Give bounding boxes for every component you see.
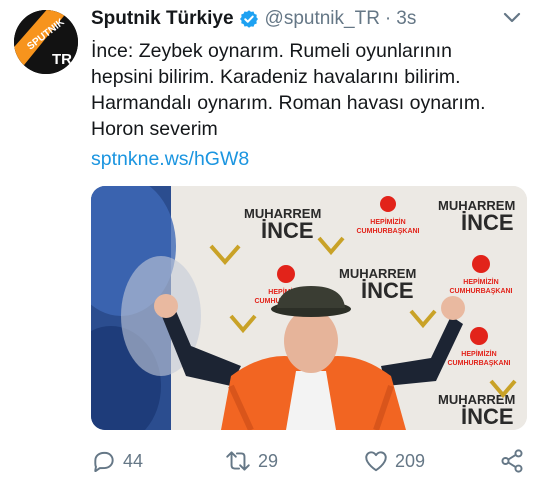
author-name[interactable]: Sputnik Türkiye	[91, 8, 234, 30]
tweet-card[interactable]: SPUTNIK TR Sputnik Türkiye @sputnik_TR ·…	[0, 0, 540, 485]
svg-text:CUMHURBAŞKANI: CUMHURBAŞKANI	[357, 228, 420, 235]
reply-count: 44	[123, 450, 144, 471]
sputnik-logo: SPUTNIK TR	[14, 10, 78, 74]
reply-icon	[91, 448, 117, 474]
party-emblem-icon	[380, 196, 396, 212]
share-button[interactable]	[499, 446, 525, 476]
svg-text:HEPİMİZİN: HEPİMİZİN	[461, 350, 496, 358]
chevron-down-icon[interactable]	[500, 8, 524, 28]
tweet-text-line: hepsini bilirim. Karadeniz havalarını bi…	[91, 66, 461, 88]
tweet-actions: 44 29 209	[91, 446, 531, 476]
retweet-count: 29	[258, 450, 279, 471]
svg-text:CUMHURBAŞKANI: CUMHURBAŞKANI	[450, 288, 513, 295]
tweet-header: Sputnik Türkiye @sputnik_TR · 3s	[91, 6, 416, 32]
avatar[interactable]: SPUTNIK TR	[14, 10, 78, 74]
reply-button[interactable]: 44	[91, 446, 143, 476]
fist-right	[441, 296, 465, 320]
fist-left	[154, 294, 178, 318]
heart-icon	[363, 448, 389, 474]
like-count: 209	[395, 450, 426, 471]
tweet-link[interactable]: sptnkne.ws/hGW8	[91, 146, 249, 172]
svg-text:HEPİMİZİN: HEPİMİZİN	[463, 278, 498, 286]
svg-text:CUMHURBAŞKANI: CUMHURBAŞKANI	[448, 360, 511, 367]
timestamp[interactable]: 3s	[396, 8, 416, 30]
author-handle[interactable]: @sputnik_TR	[265, 8, 380, 30]
svg-text:İNCE: İNCE	[461, 404, 514, 429]
separator-dot: ·	[384, 8, 392, 29]
svg-text:HEPİMİZİN: HEPİMİZİN	[370, 218, 405, 226]
share-icon	[499, 448, 525, 474]
verified-badge-icon	[239, 9, 259, 29]
like-button[interactable]: 209	[363, 446, 425, 476]
retweet-button[interactable]: 29	[224, 446, 278, 476]
retweet-icon	[224, 448, 252, 474]
svg-text:İNCE: İNCE	[361, 278, 414, 303]
svg-text:İNCE: İNCE	[461, 210, 514, 235]
tweet-photo[interactable]: MUHARREM İNCE HEPİMİZİN CUMHURBAŞKANI MU…	[91, 186, 527, 430]
person-head	[284, 309, 338, 373]
poster-name-bottom: İNCE	[261, 218, 314, 243]
svg-text:TR: TR	[52, 51, 72, 68]
tweet-text-line: Horon severim	[91, 118, 218, 140]
tweet-text: İnce: Zeybek oynarım. Rumeli oyunlarının…	[91, 38, 531, 142]
tweet-text-line: İnce: Zeybek oynarım. Rumeli oyunlarının	[91, 40, 452, 62]
tweet-text-line: Harmandalı oynarım. Roman havası oynarım…	[91, 92, 486, 114]
